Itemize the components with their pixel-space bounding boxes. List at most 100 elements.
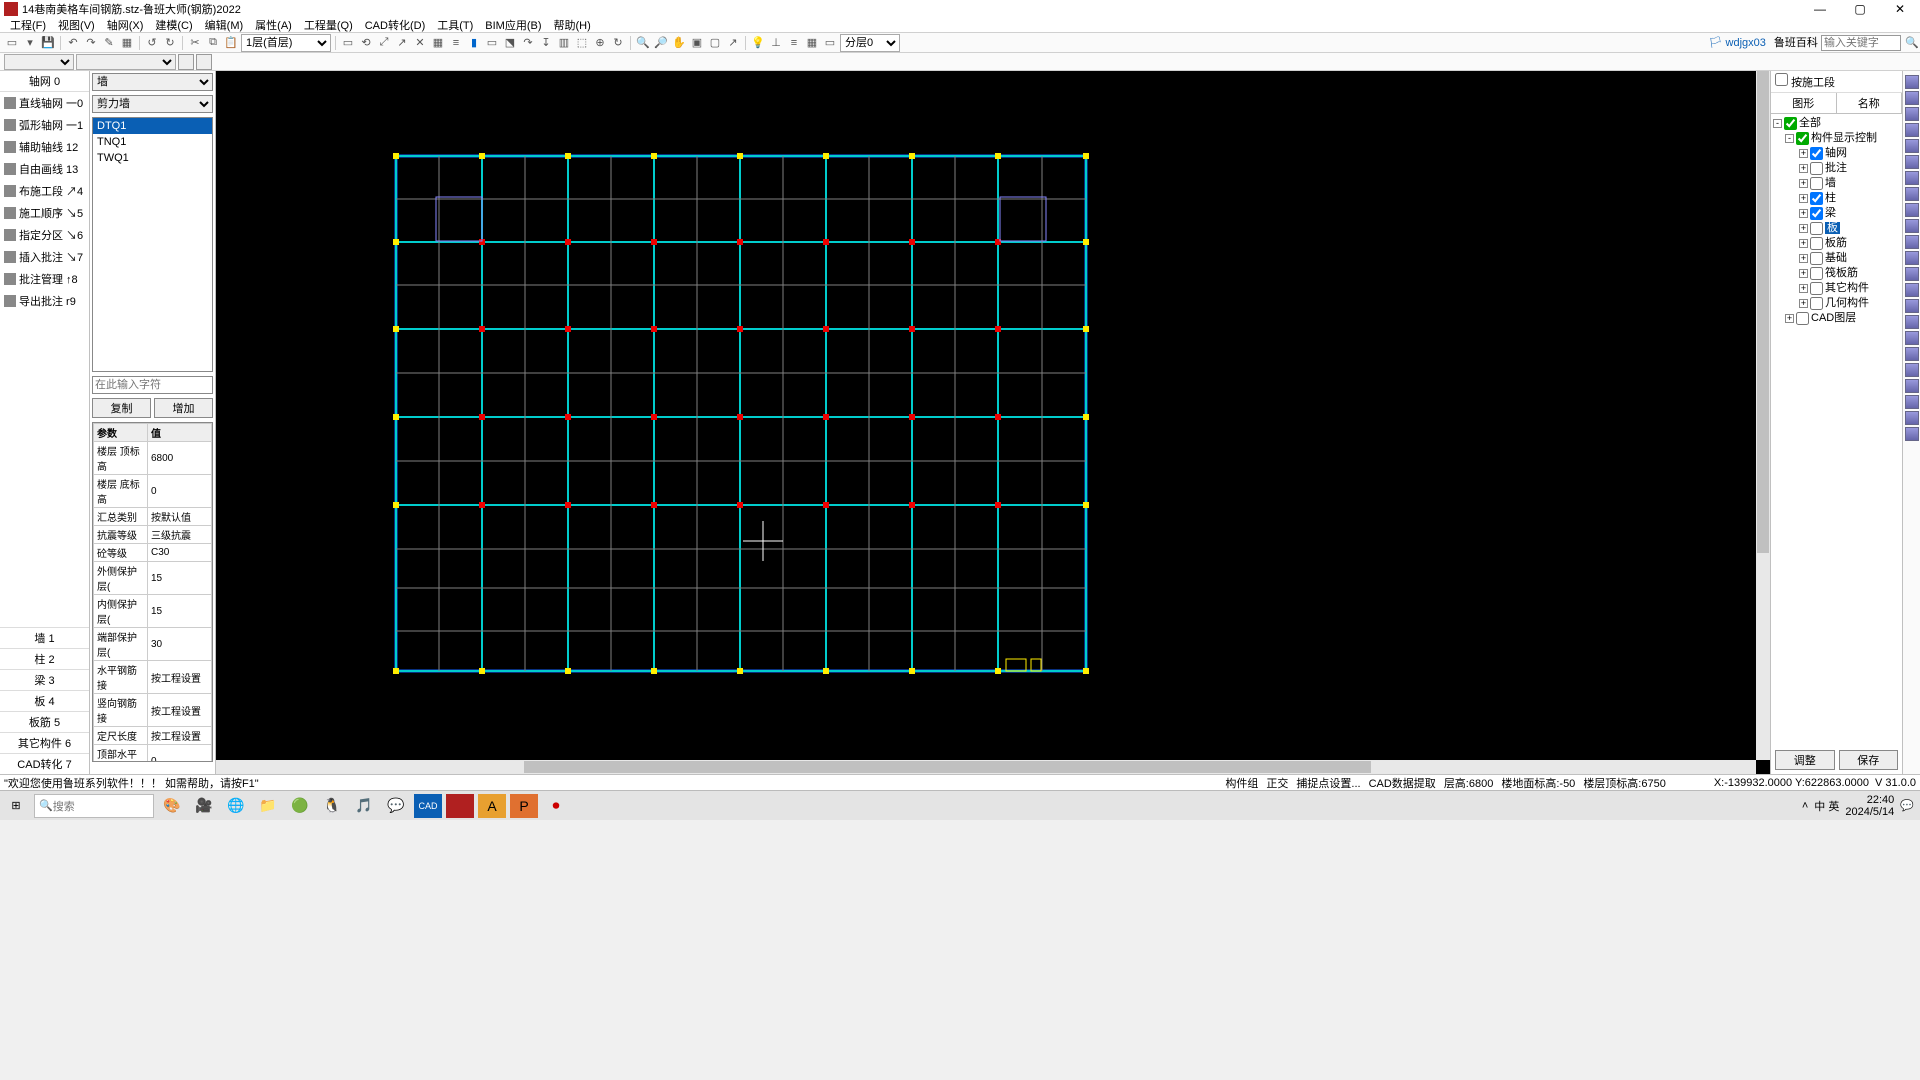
maximize-button[interactable]: ▢ (1840, 0, 1880, 18)
task-app-wechat-icon[interactable]: 💬 (382, 794, 410, 818)
vtool-4-icon[interactable] (1905, 123, 1919, 137)
layer-combo[interactable]: 分层0 (840, 34, 900, 52)
tool-undo-icon[interactable]: ↶ (65, 35, 81, 51)
vtool-16-icon[interactable] (1905, 315, 1919, 329)
table-row[interactable]: 水平钢筋接按工程设置 (94, 661, 212, 694)
vtool-11-icon[interactable] (1905, 235, 1919, 249)
sidetab[interactable]: 板筋 5 (0, 711, 89, 732)
system-tray[interactable]: ˄ 中 英 22:40 2024/5/14 💬 (1802, 794, 1920, 818)
taskbar-search[interactable]: 🔍 搜索 (34, 794, 154, 818)
tree-item[interactable]: +基础 (1799, 251, 1900, 266)
menu-item[interactable]: 帮助(H) (550, 17, 595, 33)
toggle-b-icon[interactable] (196, 54, 212, 70)
value-cell[interactable]: 三级抗震 (148, 526, 212, 544)
vtool-3-icon[interactable] (1905, 107, 1919, 121)
tree-item[interactable]: +其它构件 (1799, 281, 1900, 296)
tool-c1-icon[interactable]: ▭ (340, 35, 356, 51)
vtool-15-icon[interactable] (1905, 299, 1919, 313)
tool-grid-icon[interactable]: ▦ (119, 35, 135, 51)
tree-item[interactable]: +几何构件 (1799, 296, 1900, 311)
task-app-2-icon[interactable]: 🎥 (190, 794, 218, 818)
tool-c4-icon[interactable]: ↗ (394, 35, 410, 51)
vtool-19-icon[interactable] (1905, 363, 1919, 377)
visibility-tree[interactable]: -全部 -构件显示控制 +轴网+批注+墙+柱+梁+板+板筋+基础+筏板筋+其它构… (1771, 114, 1902, 746)
status-segment[interactable]: 楼地面标高:-50 (1501, 778, 1575, 790)
task-app-edge-icon[interactable]: 🌐 (222, 794, 250, 818)
value-cell[interactable]: 0 (148, 745, 212, 763)
tool-redo-icon[interactable]: ↷ (83, 35, 99, 51)
sidebar-item[interactable]: 施工顺序 ↘5 (0, 202, 89, 224)
vtool-20-icon[interactable] (1905, 379, 1919, 393)
search-input[interactable] (1821, 35, 1901, 51)
tool-zoomout-icon[interactable]: 🔎 (653, 35, 669, 51)
combo-b[interactable] (76, 54, 176, 70)
copy-button[interactable]: 复制 (92, 398, 151, 418)
tool-zoomin-icon[interactable]: 🔍 (635, 35, 651, 51)
value-cell[interactable]: 30 (148, 628, 212, 661)
tool-cut-icon[interactable]: ✂ (187, 35, 203, 51)
tree-item[interactable]: +板筋 (1799, 236, 1900, 251)
tool-paste-icon[interactable]: 📋 (223, 35, 239, 51)
sidebar-item[interactable]: 直线轴网 一0 (0, 92, 89, 114)
vtool-14-icon[interactable] (1905, 283, 1919, 297)
tree-item[interactable]: +梁 (1799, 206, 1900, 221)
vtool-22-icon[interactable] (1905, 411, 1919, 425)
status-segment[interactable]: 捕捉点设置... (1296, 778, 1360, 790)
table-row[interactable]: 楼层 顶标高6800 (94, 442, 212, 475)
combo-a[interactable] (4, 54, 74, 70)
tool-edit-icon[interactable]: ✎ (101, 35, 117, 51)
add-button[interactable]: 增加 (154, 398, 213, 418)
tool-e3-icon[interactable]: ▦ (804, 35, 820, 51)
tree-item[interactable]: +柱 (1799, 191, 1900, 206)
sidebar-item[interactable]: 批注管理 ↑8 (0, 268, 89, 290)
tool-a-icon[interactable]: ↺ (144, 35, 160, 51)
sidebar-item[interactable]: 布施工段 ↗4 (0, 180, 89, 202)
menu-item[interactable]: 建模(C) (151, 17, 196, 33)
tool-open-icon[interactable]: ▾ (22, 35, 38, 51)
value-cell[interactable]: 按工程设置 (148, 727, 212, 745)
task-app-record-icon[interactable]: ⏺ (542, 794, 570, 818)
tool-c10-icon[interactable]: ⬔ (502, 35, 518, 51)
canvas-hscroll[interactable] (216, 760, 1756, 774)
tool-c3-icon[interactable]: ⤢ (376, 35, 392, 51)
tree-item[interactable]: +轴网 (1799, 146, 1900, 161)
minimize-button[interactable]: — (1800, 0, 1840, 18)
vtool-6-icon[interactable] (1905, 155, 1919, 169)
tool-c15-icon[interactable]: ⊕ (592, 35, 608, 51)
sidebar-item[interactable]: 辅助轴线 12 (0, 136, 89, 158)
tool-c16-icon[interactable]: ↻ (610, 35, 626, 51)
sidebar-item[interactable]: 导出批注 r9 (0, 290, 89, 312)
vtool-5-icon[interactable] (1905, 139, 1919, 153)
vtool-10-icon[interactable] (1905, 219, 1919, 233)
tree-item[interactable]: +墙 (1799, 176, 1900, 191)
tool-pan-icon[interactable]: ✋ (671, 35, 687, 51)
vtool-17-icon[interactable] (1905, 331, 1919, 345)
value-cell[interactable]: 按默认值 (148, 508, 212, 526)
sidetab[interactable]: 柱 2 (0, 648, 89, 669)
tool-b-icon[interactable]: ↻ (162, 35, 178, 51)
start-button[interactable]: ⊞ (2, 794, 30, 818)
tool-c6-icon[interactable]: ▦ (430, 35, 446, 51)
menu-item[interactable]: CAD转化(D) (361, 17, 430, 33)
category-combo[interactable]: 墙 (92, 73, 213, 91)
list-item[interactable]: TWQ1 (93, 150, 212, 166)
vtool-21-icon[interactable] (1905, 395, 1919, 409)
tool-c13-icon[interactable]: ▥ (556, 35, 572, 51)
tool-save-icon[interactable]: 💾 (40, 35, 56, 51)
subcategory-combo[interactable]: 剪力墙 (92, 95, 213, 113)
status-segment[interactable]: 构件组 (1225, 778, 1258, 790)
table-row[interactable]: 外侧保护层(15 (94, 562, 212, 595)
menu-item[interactable]: 工程量(Q) (300, 17, 357, 33)
status-segment[interactable]: 楼层顶标高:6750 (1583, 778, 1666, 790)
tool-e4-icon[interactable]: ▭ (822, 35, 838, 51)
table-row[interactable]: 汇总类别按默认值 (94, 508, 212, 526)
tool-c2-icon[interactable]: ⟲ (358, 35, 374, 51)
value-cell[interactable]: 15 (148, 595, 212, 628)
value-cell[interactable]: C30 (148, 544, 212, 562)
tray-notify-icon[interactable]: 💬 (1900, 799, 1914, 812)
canvas-vscroll[interactable] (1756, 71, 1770, 760)
task-app-explorer-icon[interactable]: 📁 (254, 794, 282, 818)
floor-combo[interactable]: 1层(首层) (241, 34, 331, 52)
tray-clock[interactable]: 22:40 2024/5/14 (1845, 794, 1894, 818)
sidebar-item[interactable]: 弧形轴网 一1 (0, 114, 89, 136)
